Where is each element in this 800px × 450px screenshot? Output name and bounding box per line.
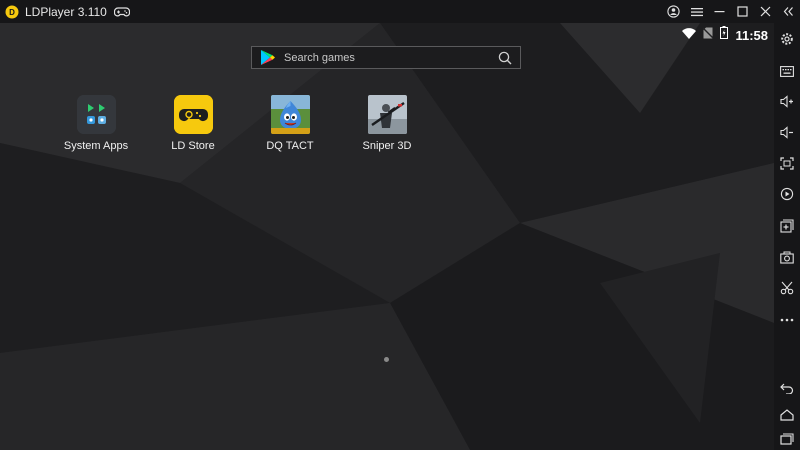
right-toolbar (774, 23, 800, 450)
wallpaper (0, 23, 774, 450)
android-home-screen[interactable]: 11:58 Search games System Apps LD Store … (0, 23, 774, 450)
account-icon[interactable] (662, 0, 685, 23)
volume-down-icon[interactable] (774, 120, 800, 144)
play-store-icon (261, 50, 275, 65)
screenshot-icon[interactable] (774, 245, 800, 269)
app-ld-store[interactable]: LD Store (155, 95, 231, 152)
title-bar: D LDPlayer 3.110 (0, 0, 800, 23)
back-icon[interactable] (774, 376, 800, 400)
menu-icon[interactable] (685, 0, 708, 23)
app-label: System Apps (63, 140, 129, 152)
recent-apps-icon[interactable] (774, 427, 800, 450)
keyboard-icon[interactable] (774, 59, 800, 83)
close-icon[interactable] (754, 0, 777, 23)
home-icon[interactable] (774, 403, 800, 427)
system-apps-icon (76, 95, 116, 134)
no-sim-icon (702, 26, 714, 44)
app-dq-tact[interactable]: DQ TACT (252, 95, 328, 152)
fullscreen-icon[interactable] (774, 151, 800, 175)
svg-text:D: D (9, 8, 15, 17)
window-title: LDPlayer 3.110 (25, 4, 107, 19)
ldplayer-logo-icon: D (5, 5, 19, 19)
battery-charging-icon (720, 26, 729, 44)
ldplayer-window: D LDPlayer 3.110 11:58 Search games Syst… (0, 0, 800, 450)
app-label: Sniper 3D (362, 140, 412, 152)
add-apk-icon[interactable] (774, 214, 800, 238)
wifi-icon (682, 26, 697, 44)
app-sniper-3d[interactable]: Sniper 3D (349, 95, 425, 152)
search-bar[interactable]: Search games (251, 46, 521, 69)
ld-store-icon (173, 95, 213, 134)
search-icon[interactable] (498, 51, 512, 65)
collapse-sidebar-icon[interactable] (777, 0, 800, 23)
settings-icon[interactable] (774, 27, 800, 51)
search-input[interactable]: Search games (284, 52, 498, 64)
gamepad-icon[interactable] (113, 6, 130, 18)
minimize-icon[interactable] (708, 0, 731, 23)
scissors-icon[interactable] (774, 276, 800, 300)
app-system-apps[interactable]: System Apps (58, 95, 134, 152)
status-time: 11:58 (735, 27, 768, 43)
dq-tact-icon (270, 95, 310, 134)
maximize-icon[interactable] (731, 0, 754, 23)
volume-up-icon[interactable] (774, 89, 800, 113)
more-icon[interactable] (774, 308, 800, 332)
page-indicator (384, 357, 389, 362)
status-bar: 11:58 (682, 25, 768, 45)
app-label: LD Store (171, 140, 215, 152)
app-label: DQ TACT (266, 140, 314, 152)
sniper-3d-icon (367, 95, 407, 134)
record-operation-icon[interactable] (774, 182, 800, 206)
